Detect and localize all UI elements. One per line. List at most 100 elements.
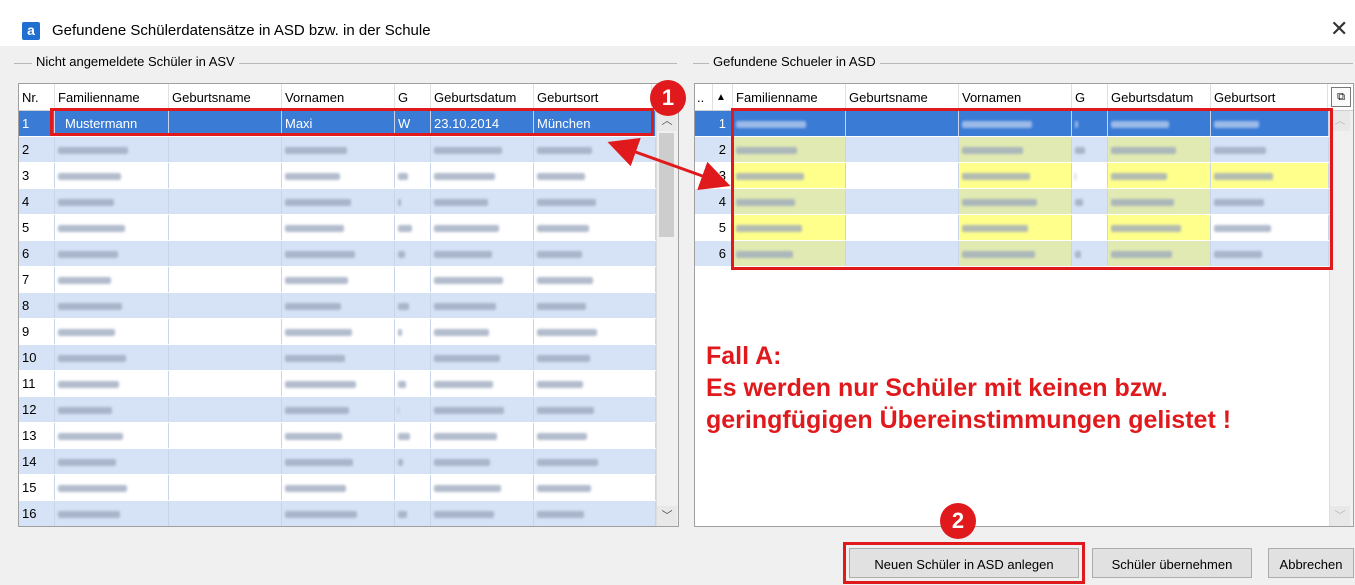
table-row[interactable]: 3 (19, 163, 656, 189)
scroll-down-icon[interactable]: ﹀ (1330, 506, 1350, 526)
table-row[interactable]: 12 (19, 397, 656, 423)
table-row[interactable]: 7 (19, 267, 656, 293)
col-header-geburtsdatum[interactable]: Geburtsdatum (431, 84, 534, 110)
new-student-in-asd-button[interactable]: Neuen Schüler in ASD anlegen (849, 548, 1079, 578)
redacted-value (58, 147, 128, 155)
cell-redacted (431, 163, 534, 188)
redacted-value (434, 173, 495, 181)
table-row[interactable]: 13 (19, 423, 656, 449)
cell-redacted (55, 189, 169, 214)
adopt-student-button[interactable]: Schüler übernehmen (1092, 548, 1252, 578)
table-row[interactable]: 5 (19, 215, 656, 241)
cell-redacted (282, 475, 395, 500)
cell-redacted (534, 215, 656, 240)
cell-redacted (282, 501, 395, 526)
cancel-button[interactable]: Abbrechen (1268, 548, 1354, 578)
redacted-value (537, 147, 592, 155)
table-row[interactable]: 16 (19, 501, 656, 526)
cell-redacted (55, 163, 169, 188)
redacted-value (434, 251, 492, 259)
table-row[interactable]: 11 (19, 371, 656, 397)
step-badge-2: 2 (940, 503, 976, 539)
cell-redacted (55, 345, 169, 370)
redacted-value (537, 407, 594, 415)
redacted-value (434, 433, 497, 441)
cell-redacted (55, 397, 169, 422)
table-row[interactable]: 2 (19, 137, 656, 163)
close-icon[interactable]: ✕ (1330, 18, 1348, 40)
col-header-g[interactable]: G (395, 84, 431, 110)
cell-redacted (55, 423, 169, 448)
table-row[interactable]: 10 (19, 345, 656, 371)
redacted-value (58, 329, 115, 337)
col-header-vornamen[interactable]: Vornamen (282, 84, 395, 110)
col-header-geburtsdatum[interactable]: Geburtsdatum (1108, 84, 1211, 110)
redacted-value (285, 303, 341, 311)
col-header-nr[interactable]: Nr. (19, 84, 55, 110)
redacted-value (285, 459, 353, 467)
table-row[interactable]: 4 (19, 189, 656, 215)
cell-redacted (169, 449, 282, 474)
cell-redacted (282, 137, 395, 162)
highlight-box-asd-matches (731, 108, 1333, 270)
cell-redacted (282, 189, 395, 214)
redacted-value (285, 511, 357, 519)
col-header-geburtsname[interactable]: Geburtsname (169, 84, 282, 110)
redacted-value (434, 459, 490, 467)
column-chooser-icon[interactable]: ⧉ (1331, 87, 1351, 107)
cell-redacted (55, 215, 169, 240)
cell-nr: 5 (19, 215, 55, 240)
cell-nr: 9 (19, 319, 55, 344)
redacted-value (434, 147, 502, 155)
col-header-g[interactable]: G (1072, 84, 1108, 110)
col-header-geburtsname[interactable]: Geburtsname (846, 84, 959, 110)
cell-redacted (169, 137, 282, 162)
table-row[interactable]: 9 (19, 319, 656, 345)
cell-redacted (282, 449, 395, 474)
right-table-header: .. ▲ Familienname Geburtsname Vornamen G… (695, 84, 1353, 111)
table-row[interactable]: 6 (19, 241, 656, 267)
redacted-value (398, 173, 408, 181)
cell-redacted (169, 293, 282, 318)
col-header-geburtsort[interactable]: Geburtsort (1211, 84, 1328, 110)
redacted-value (58, 433, 123, 441)
cell-redacted (534, 241, 656, 266)
redacted-value (398, 511, 407, 519)
col-header-vornamen[interactable]: Vornamen (959, 84, 1072, 110)
cell-nr: 13 (19, 423, 55, 448)
col-header-nr-short[interactable]: .. (695, 84, 713, 110)
step-badge-1: 1 (650, 80, 686, 116)
cell-nr: 10 (19, 345, 55, 370)
cell-redacted (431, 293, 534, 318)
scroll-up-icon[interactable]: ︿ (1330, 111, 1350, 131)
table-row[interactable]: 8 (19, 293, 656, 319)
redacted-value (398, 199, 401, 207)
left-student-table[interactable]: Nr. Familienname Geburtsname Vornamen G … (18, 83, 679, 527)
note-line-1: Fall A: (706, 342, 782, 370)
cell-redacted (431, 449, 534, 474)
cell-nr: 6 (695, 241, 733, 266)
redacted-value (434, 511, 494, 519)
scroll-down-icon[interactable]: ﹀ (657, 506, 677, 526)
redacted-value (58, 199, 114, 207)
cell-redacted (395, 189, 431, 214)
col-header-geburtsort[interactable]: Geburtsort (534, 84, 652, 110)
right-group-label: Gefundene Schueler in ASD (709, 54, 880, 69)
redacted-value (285, 225, 344, 233)
col-header-familienname[interactable]: Familienname (55, 84, 169, 110)
redacted-value (434, 329, 489, 337)
cell-redacted (169, 267, 282, 292)
cell-redacted (395, 241, 431, 266)
table-row[interactable]: 14 (19, 449, 656, 475)
cell-redacted (169, 163, 282, 188)
note-line-3: geringfügigen Übereinstimmungen gelistet… (706, 406, 1232, 434)
cell-redacted (395, 215, 431, 240)
cell-redacted (282, 345, 395, 370)
table-row[interactable]: 15 (19, 475, 656, 501)
cell-redacted (431, 137, 534, 162)
cell-redacted (55, 475, 169, 500)
left-group-label: Nicht angemeldete Schüler in ASV (32, 54, 239, 69)
sort-ascending-icon[interactable]: ▲ (713, 84, 733, 110)
redacted-value (537, 381, 583, 389)
col-header-familienname[interactable]: Familienname (733, 84, 846, 110)
